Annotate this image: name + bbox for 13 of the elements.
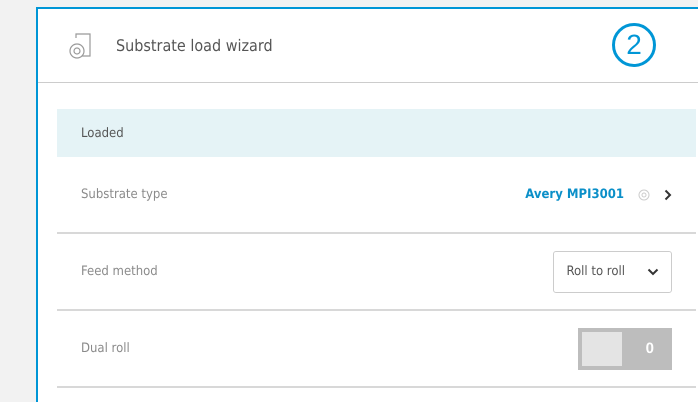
toggle-switch[interactable]: 0 bbox=[578, 328, 672, 370]
row-label: Dual roll bbox=[81, 341, 130, 356]
feed-method-dropdown[interactable]: Roll to roll bbox=[553, 250, 672, 292]
substrate-link[interactable]: Avery MPI3001 bbox=[525, 187, 624, 202]
step-badge: 2 bbox=[612, 23, 656, 67]
row-label: Substrate type bbox=[81, 187, 168, 202]
chevron-down-icon bbox=[647, 268, 659, 276]
wizard-title: Substrate load wizard bbox=[116, 36, 273, 55]
status-banner: Loaded bbox=[57, 109, 696, 157]
row-label: Feed method bbox=[81, 264, 158, 279]
chevron-right-icon[interactable] bbox=[664, 188, 672, 200]
roll-icon bbox=[68, 32, 92, 60]
roll-icon bbox=[638, 188, 650, 200]
